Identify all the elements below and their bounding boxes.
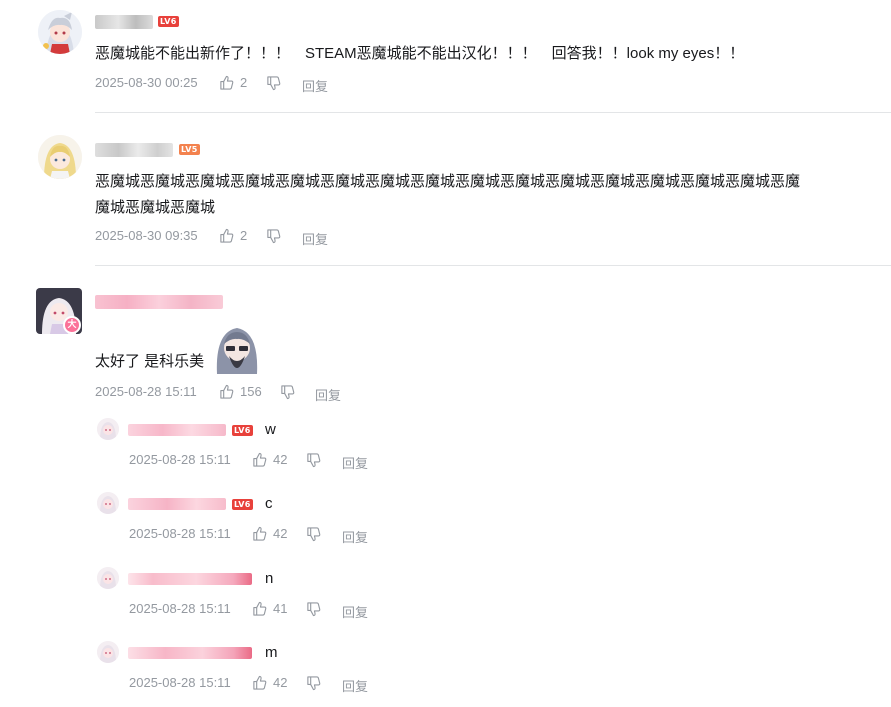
like-count: 42 [273, 452, 288, 467]
avatar[interactable] [97, 492, 119, 514]
comment-time: 2025-08-30 00:25 [95, 75, 198, 90]
thumb-up-icon [253, 452, 267, 467]
username-blurred[interactable] [128, 424, 226, 436]
avatar-white-hair-girl-icon [97, 492, 119, 514]
level-badge: LV6 [232, 499, 253, 510]
reply-time: 2025-08-28 15:11 [129, 452, 231, 467]
vip-badge: 大 [63, 316, 81, 334]
reply-time: 2025-08-28 15:11 [129, 526, 231, 541]
sticker-anime-face-icon [216, 328, 258, 374]
thumb-up-icon [220, 384, 234, 399]
avatar[interactable] [38, 10, 82, 54]
like-button[interactable]: 156 [219, 384, 262, 399]
like-button[interactable]: 2 [219, 75, 247, 90]
thumb-down-icon [267, 229, 281, 244]
comment-text: 太好了 是科乐美 [95, 353, 205, 370]
comment-text: 恶魔城能不能出新作了！！！ STEAM恶魔城能不能出汉化！！！ 回答我！！loo… [95, 45, 745, 62]
reply-item: n 2025-08-28 15:11 41 回复 [0, 565, 891, 635]
username-blurred[interactable] [95, 295, 223, 309]
comment-meta: 2025-08-28 15:11 156 回复 [95, 384, 415, 404]
reply-text: c [265, 495, 273, 512]
thumb-up-icon [253, 675, 267, 690]
like-button[interactable]: 42 [252, 675, 287, 690]
comment-text-line-1: 恶魔城恶魔城恶魔城恶魔城恶魔城恶魔城恶魔城恶魔城恶魔城恶魔城恶魔城恶魔城恶魔城恶… [95, 173, 801, 190]
like-button[interactable]: 42 [252, 452, 287, 467]
like-button[interactable]: 2 [219, 228, 247, 243]
thumb-down-icon [307, 527, 321, 542]
comment-text-line-2: 魔城恶魔城恶魔城 [95, 199, 216, 216]
comment-item: 大 太好了 是科乐美 2025-08-28 15:11 156 回复 LV6 w… [0, 266, 891, 707]
thumb-up-icon [253, 601, 267, 616]
comment-meta: 2025-08-30 09:35 2 回复 [95, 228, 395, 248]
vip-badge-label: 大 [67, 320, 77, 330]
username-blurred[interactable] [128, 647, 252, 659]
like-button[interactable]: 42 [252, 526, 287, 541]
level-badge: LV5 [179, 144, 200, 155]
reply-text: n [265, 570, 274, 587]
comment-time: 2025-08-28 15:11 [95, 384, 197, 399]
comment-time: 2025-08-30 09:35 [95, 228, 198, 243]
thumb-up-icon [253, 526, 267, 541]
thumb-down-icon [307, 602, 321, 617]
reply-button[interactable]: 回复 [342, 527, 368, 546]
dislike-button[interactable] [280, 385, 295, 400]
thumb-down-icon [281, 385, 295, 400]
reply-meta: 2025-08-28 15:11 41 回复 [129, 601, 389, 621]
username-blurred[interactable] [128, 573, 252, 585]
reply-button[interactable]: 回复 [342, 676, 368, 695]
avatar[interactable] [97, 418, 119, 440]
level-badge: LV6 [158, 16, 179, 27]
like-button[interactable]: 41 [252, 601, 287, 616]
avatar[interactable] [97, 641, 119, 663]
reply-time: 2025-08-28 15:11 [129, 601, 231, 616]
comment-item: LV6 恶魔城能不能出新作了！！！ STEAM恶魔城能不能出汉化！！！ 回答我！… [0, 0, 891, 112]
reply-text: w [265, 421, 276, 438]
reply-time: 2025-08-28 15:11 [129, 675, 231, 690]
reply-meta: 2025-08-28 15:11 42 回复 [129, 526, 389, 546]
reply-meta: 2025-08-28 15:11 42 回复 [129, 452, 389, 472]
reply-text: m [265, 644, 278, 661]
reply-item: LV6 c 2025-08-28 15:11 42 回复 [0, 490, 891, 560]
thumb-up-icon [220, 228, 234, 243]
reply-button[interactable]: 回复 [302, 76, 328, 95]
username-blurred[interactable] [128, 498, 226, 510]
like-count: 156 [240, 384, 262, 399]
dislike-button[interactable] [306, 527, 321, 542]
username-blurred[interactable] [95, 143, 173, 157]
reply-meta: 2025-08-28 15:11 42 回复 [129, 675, 389, 695]
level-badge: LV6 [232, 425, 253, 436]
dislike-button[interactable] [306, 453, 321, 468]
reply-button[interactable]: 回复 [315, 385, 341, 404]
like-count: 41 [273, 601, 288, 616]
dislike-button[interactable] [306, 676, 321, 691]
avatar[interactable] [38, 135, 82, 179]
like-count: 2 [240, 75, 248, 90]
avatar-blonde-girl-icon [38, 135, 82, 179]
dislike-button[interactable] [306, 602, 321, 617]
like-count: 42 [273, 675, 288, 690]
emoji-sticker [211, 322, 263, 374]
reply-button[interactable]: 回复 [342, 602, 368, 621]
thumb-down-icon [307, 453, 321, 468]
dislike-button[interactable] [266, 76, 281, 91]
comment-meta: 2025-08-30 00:25 2 回复 [95, 75, 395, 95]
dislike-button[interactable] [266, 229, 281, 244]
like-count: 2 [240, 228, 248, 243]
reply-item: m 2025-08-28 15:11 42 回复 [0, 639, 891, 707]
avatar[interactable] [97, 567, 119, 589]
reply-button[interactable]: 回复 [302, 229, 328, 248]
thumb-down-icon [267, 76, 281, 91]
avatar-white-hair-girl-icon [97, 567, 119, 589]
avatar-white-hair-girl-icon [97, 641, 119, 663]
reply-button[interactable]: 回复 [342, 453, 368, 472]
avatar-white-hair-girl-icon [97, 418, 119, 440]
comment-item: LV5 恶魔城恶魔城恶魔城恶魔城恶魔城恶魔城恶魔城恶魔城恶魔城恶魔城恶魔城恶魔城… [0, 113, 891, 265]
like-count: 42 [273, 526, 288, 541]
avatar-anime-girl-icon [38, 10, 82, 54]
reply-item: LV6 w 2025-08-28 15:11 42 回复 [0, 416, 891, 486]
thumb-up-icon [220, 75, 234, 90]
thumb-down-icon [307, 676, 321, 691]
username-blurred[interactable] [95, 15, 153, 29]
